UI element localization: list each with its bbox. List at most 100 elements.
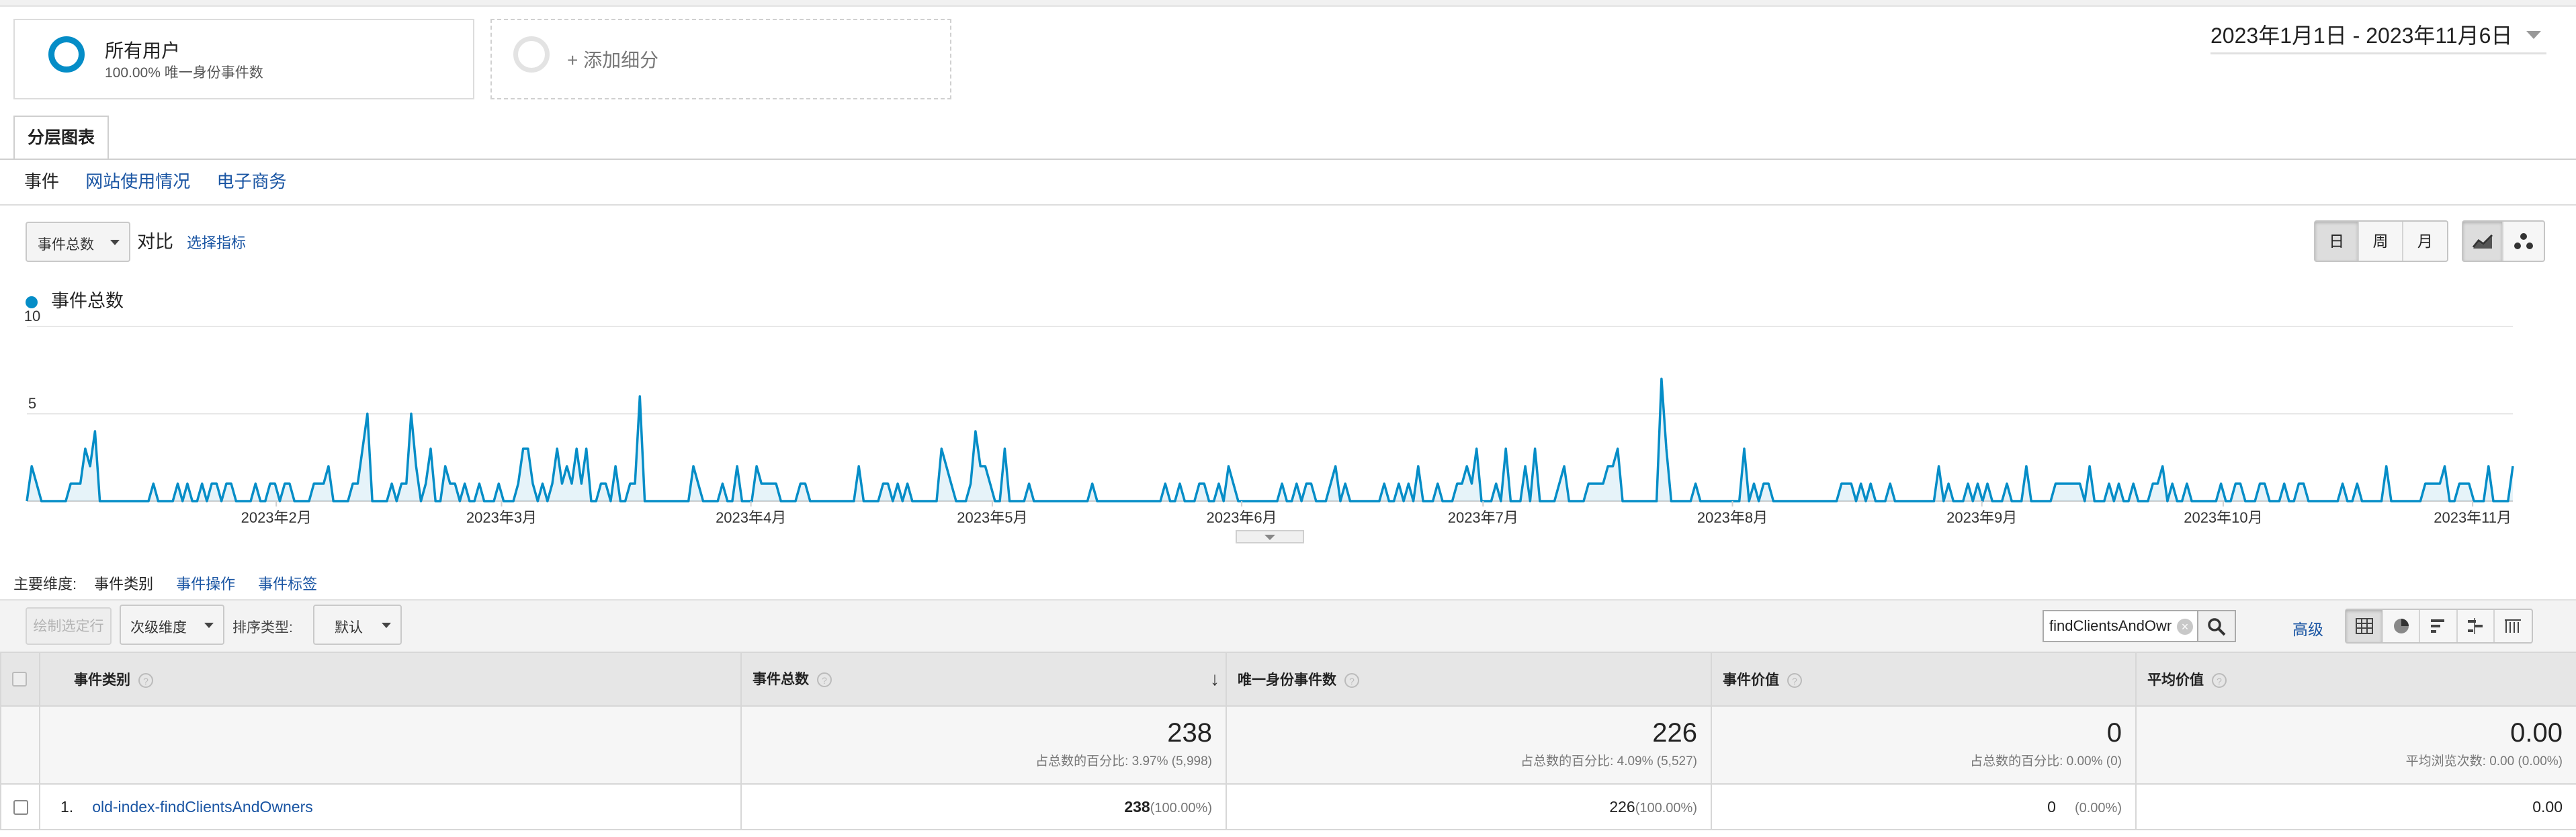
row-index: 1. <box>60 797 74 816</box>
tab-explorer[interactable]: 分层图表 <box>13 116 109 159</box>
metric-selector[interactable]: 事件总数 <box>26 222 130 262</box>
advanced-filter-link[interactable]: 高级 <box>2292 617 2323 640</box>
subnav-ecommerce[interactable]: 电子商务 <box>217 171 287 191</box>
y-tick-label: 5 <box>28 395 36 412</box>
dimension-event-category: 事件类别 <box>94 576 154 592</box>
segment-all-users[interactable]: 所有用户 100.00% 唯一身份事件数 <box>13 19 474 99</box>
table-view-icon <box>2355 618 2373 634</box>
series-area <box>27 379 2513 501</box>
plot-rows-button[interactable]: 绘制选定行 <box>26 607 112 645</box>
row-total-events-pct: (100.00%) <box>1150 800 1212 816</box>
subnav-events[interactable]: 事件 <box>24 171 59 191</box>
table-row: 1. old-index-findClientsAndOwners 238(100… <box>0 783 2576 830</box>
view-table-button[interactable] <box>2346 610 2384 642</box>
header-event-category[interactable]: 事件类别? <box>39 652 742 707</box>
header-event-category-label: 事件类别 <box>74 672 130 688</box>
totals-row: 238 占总数的百分比: 3.97% (5,998) 226 占总数的百分比: 4.… <box>0 705 2576 785</box>
table-view-toggle <box>2345 609 2533 644</box>
dimension-event-action[interactable]: 事件操作 <box>176 576 235 592</box>
header-total-events[interactable]: 事件总数? ↓ <box>740 652 1227 707</box>
row-avg-value: 0.00 <box>2532 797 2563 816</box>
chevron-down-icon <box>204 623 214 628</box>
motion-chart-button[interactable] <box>2503 222 2544 261</box>
event-value-share: 占总数的百分比: 0.00% (0) <box>1970 754 2122 768</box>
table-filter-box: × <box>2043 610 2198 642</box>
event-value-total: 0 <box>2106 718 2122 748</box>
secondary-dimension-dropdown[interactable]: 次级维度 <box>120 605 224 645</box>
add-segment-label: + 添加细分 <box>567 50 659 71</box>
help-icon[interactable]: ? <box>138 673 153 689</box>
top-border <box>0 0 2576 7</box>
pivot-icon <box>2505 619 2522 633</box>
subnav-site-usage[interactable]: 网站使用情况 <box>85 171 190 191</box>
pie-chart-icon <box>2393 619 2409 633</box>
x-tick-label: 2023年4月 <box>716 509 786 526</box>
row-unique-events: 226 <box>1609 797 1635 816</box>
header-avg-value[interactable]: 平均价值? <box>2135 652 2576 707</box>
line-chart-icon <box>2472 234 2493 249</box>
header-avg-value-label: 平均价值 <box>2147 672 2204 688</box>
series-line <box>26 378 2514 502</box>
row-event-value: 0 <box>2047 797 2056 816</box>
granularity-toggle: 日 周 月 <box>2314 220 2448 262</box>
x-tick-label: 2023年5月 <box>957 509 1027 526</box>
view-pie-button[interactable] <box>2383 610 2421 642</box>
row-checkbox[interactable] <box>13 800 28 816</box>
unique-events-value: 226 <box>1652 718 1697 748</box>
unique-events-share: 占总数的百分比: 4.09% (5,527) <box>1520 754 1697 768</box>
help-icon[interactable]: ? <box>2212 673 2227 689</box>
x-tick-label: 2023年2月 <box>241 509 312 526</box>
sort-type-label: 排序类型: <box>232 620 293 635</box>
granularity-day-button[interactable]: 日 <box>2315 222 2360 261</box>
sort-type-dropdown[interactable]: 默认 <box>313 605 402 645</box>
secondary-dimension-label: 次级维度 <box>130 620 187 635</box>
x-tick-label: 2023年10月 <box>2184 509 2262 526</box>
chevron-down-icon <box>2526 31 2541 39</box>
select-metric-link[interactable]: 选择指标 <box>187 231 246 253</box>
search-icon <box>2208 618 2226 636</box>
x-tick-label: 2023年11月 <box>2434 509 2511 526</box>
search-button[interactable] <box>2198 610 2236 642</box>
report-table: 事件类别? 事件总数? ↓ 唯一身份事件数? 事件价值? 平均价值? 238 占总数… <box>0 652 2576 830</box>
add-segment-button[interactable]: + 添加细分 <box>490 19 951 99</box>
help-icon[interactable]: ? <box>1344 673 1359 689</box>
clear-icon[interactable]: × <box>2177 619 2193 635</box>
granularity-week-button[interactable]: 周 <box>2359 222 2403 261</box>
primary-dimension-bar: 主要维度: 事件类别 事件操作 事件标签 <box>13 572 340 594</box>
view-performance-button[interactable] <box>2420 610 2458 642</box>
compare-label: 对比 <box>137 232 173 252</box>
table-filter-input[interactable] <box>2049 615 2172 637</box>
view-comparison-button[interactable] <box>2458 610 2495 642</box>
avg-value-summary: 0.00 平均浏览次数: 0.00 (0.00%) <box>2135 705 2576 785</box>
x-tick-label: 2023年8月 <box>1697 509 1768 526</box>
header-unique-events[interactable]: 唯一身份事件数? <box>1226 652 1712 707</box>
date-range-text: 2023年1月1日 - 2023年11月6日 <box>2210 24 2513 48</box>
view-pivot-button[interactable] <box>2495 610 2532 642</box>
line-chart-button[interactable] <box>2463 222 2504 261</box>
segment-name: 所有用户 <box>105 40 181 61</box>
avg-value-sub: 平均浏览次数: 0.00 (0.00%) <box>2405 754 2563 768</box>
dimension-event-label[interactable]: 事件标签 <box>258 576 317 592</box>
help-icon[interactable]: ? <box>1787 673 1802 689</box>
date-range-picker[interactable]: 2023年1月1日 - 2023年11月6日 <box>2210 19 2546 54</box>
header-total-events-label: 事件总数 <box>753 672 809 687</box>
sort-descending-icon: ↓ <box>1210 668 1219 689</box>
select-all-checkbox[interactable] <box>12 672 27 687</box>
row-unique-events-pct: (100.00%) <box>1635 800 1697 816</box>
header-unique-events-label: 唯一身份事件数 <box>1238 672 1336 688</box>
bar-list-icon <box>2431 619 2444 633</box>
granularity-month-button[interactable]: 月 <box>2403 222 2447 261</box>
x-tick-label: 2023年7月 <box>1448 509 1518 526</box>
row-label-link[interactable]: old-index-findClientsAndOwners <box>92 798 313 816</box>
metric-selector-label: 事件总数 <box>38 237 94 253</box>
tab-bar: 分层图表 <box>0 116 2576 160</box>
empty-ring-icon <box>513 36 550 73</box>
table-header-row: 事件类别? 事件总数? ↓ 唯一身份事件数? 事件价值? 平均价值? <box>0 652 2576 707</box>
divider <box>0 204 2576 206</box>
help-icon[interactable]: ? <box>817 672 832 688</box>
segment-ring-icon <box>48 36 85 73</box>
total-events-share: 占总数的百分比: 3.97% (5,998) <box>1035 754 1212 768</box>
total-events-summary: 238 占总数的百分比: 3.97% (5,998) <box>740 705 1227 785</box>
sub-navigation: 事件 网站使用情况 电子商务 <box>24 168 308 193</box>
header-event-value[interactable]: 事件价值? <box>1711 652 2137 707</box>
